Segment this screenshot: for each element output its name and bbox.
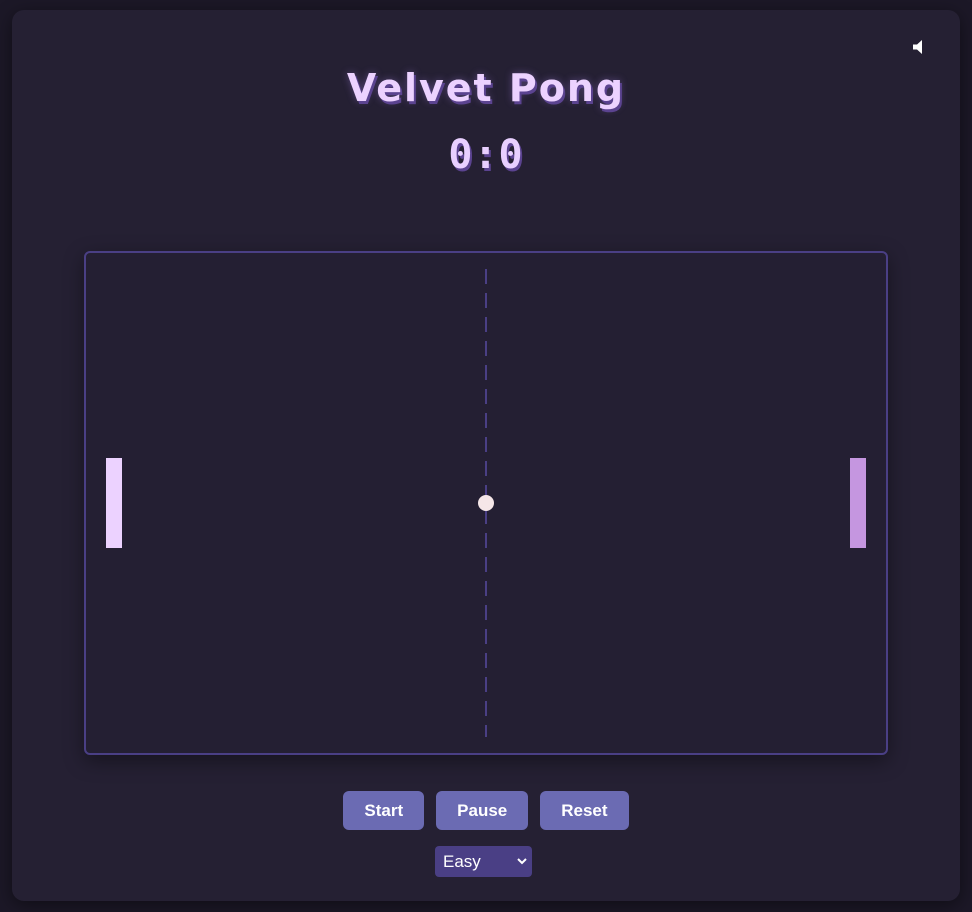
sound-toggle-button[interactable] [910, 35, 934, 59]
difficulty-select[interactable]: Easy [435, 846, 532, 877]
speaker-icon [913, 40, 922, 54]
control-bar: Start Pause Reset [12, 791, 960, 830]
left-paddle [106, 458, 122, 548]
reset-button[interactable]: Reset [540, 791, 629, 830]
difficulty-value: Easy [443, 852, 481, 871]
start-button[interactable]: Start [343, 791, 425, 830]
pause-button[interactable]: Pause [436, 791, 529, 830]
game-title: Velvet Pong [346, 66, 626, 110]
right-paddle [850, 458, 866, 548]
score-display: 0:0 [448, 132, 524, 178]
game-panel: Velvet Pong 0:0 Start Pause Reset Easy [12, 10, 960, 901]
game-court[interactable] [84, 251, 888, 755]
ball [478, 495, 494, 511]
chevron-down-icon [517, 846, 527, 889]
